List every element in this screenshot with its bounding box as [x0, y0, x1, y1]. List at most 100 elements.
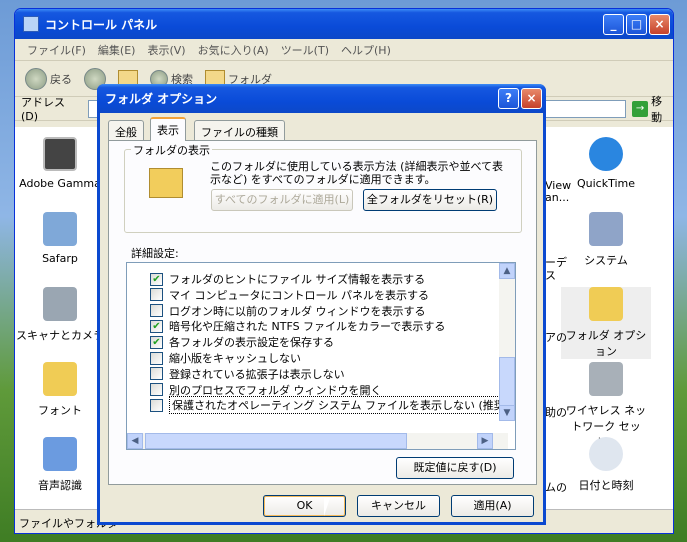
tab-view[interactable]: 表示	[150, 117, 186, 141]
partial-label: 助の	[545, 406, 567, 419]
setting-checkbox[interactable]	[150, 367, 163, 381]
setting-label: 登録されている拡張子は表示しない	[169, 367, 345, 381]
dialog-titlebar[interactable]: フォルダ オプション	[97, 84, 546, 113]
partial-label: ス	[545, 269, 556, 282]
setting-row[interactable]: ログオン時に以前のフォルダ ウィンドウを表示する	[127, 303, 426, 319]
item-label: Adobe Gamma	[19, 177, 101, 190]
adobe-gamma-item[interactable]: Adobe Gamma	[15, 137, 105, 190]
reset-all-folders-button[interactable]: 全フォルダをリセット(R)	[363, 189, 497, 211]
restore-defaults-button[interactable]: 既定値に戻す(D)	[396, 457, 514, 479]
tab-general[interactable]: 全般	[108, 120, 144, 140]
fonts-item[interactable]: フォント	[15, 362, 105, 418]
item-label: 日付と時刻	[578, 479, 634, 492]
maximize-button[interactable]: □	[626, 14, 647, 35]
advanced-settings-list[interactable]: ✔ フォルダのヒントにファイル サイズ情報を表示する マイ コンピュータにコントロー…	[126, 262, 516, 450]
font-folder-icon	[43, 362, 77, 396]
horizontal-scroll-thumb[interactable]	[145, 433, 407, 449]
safarp-item[interactable]: Safarp	[15, 212, 105, 265]
setting-label: フォルダのヒントにファイル サイズ情報を表示する	[169, 273, 426, 286]
setting-label: 別のプロセスでフォルダ ウィンドウを開く	[169, 383, 382, 397]
menu-tools[interactable]: ツール(T)	[275, 42, 335, 58]
scroll-down-button[interactable]: ▼	[499, 405, 515, 421]
control-panel-icon	[23, 16, 39, 32]
scanner-camera-item[interactable]: スキャナとカメラ	[15, 287, 105, 343]
scroll-thumb[interactable]	[499, 357, 515, 407]
item-label: フォルダ オプション	[565, 329, 647, 358]
setting-checkbox[interactable]	[150, 383, 163, 397]
view-tab-page: フォルダの表示 このフォルダに使用している表示方法 (詳細表示や並べて表示など)…	[108, 140, 537, 485]
folder-view-icon	[149, 168, 183, 198]
setting-row[interactable]: 保護されたオペレーティング システム ファイルを表示しない (推奨)	[127, 396, 513, 415]
quicktime-item[interactable]: QuickTime	[561, 137, 651, 190]
wireless-icon	[589, 362, 623, 396]
scanner-camera-icon	[43, 287, 77, 321]
scroll-right-button[interactable]: ▶	[477, 433, 493, 449]
speech-item[interactable]: 音声認識	[15, 437, 105, 493]
menu-bar: ファイル(F) 編集(E) 表示(V) お気に入り(A) ツール(T) ヘルプ(…	[15, 39, 673, 61]
scroll-left-button[interactable]: ◀	[127, 433, 143, 449]
menu-file[interactable]: ファイル(F)	[21, 42, 92, 58]
dialog-close-button[interactable]: ×	[521, 88, 542, 109]
setting-checkbox[interactable]: ✔	[150, 335, 163, 349]
date-time-item[interactable]: 日付と時刻	[561, 437, 651, 493]
help-button[interactable]: ?	[498, 88, 519, 109]
item-label: スキャナとカメラ	[16, 329, 104, 342]
partial-label: ムの	[545, 481, 567, 494]
folder-options-item[interactable]: フォルダ オプション	[561, 287, 651, 359]
setting-label: ログオン時に以前のフォルダ ウィンドウを表示する	[169, 304, 426, 318]
back-button[interactable]: 戻る	[21, 67, 76, 90]
window-title: コントロール パネル	[45, 17, 158, 32]
tab-file-types[interactable]: ファイルの種類	[194, 120, 285, 140]
speech-icon	[43, 437, 77, 471]
close-button[interactable]: ×	[649, 14, 670, 35]
menu-help[interactable]: ヘルプ(H)	[335, 42, 397, 58]
setting-row[interactable]: ✔ 暗号化や圧縮された NTFS ファイルをカラーで表示する	[127, 318, 445, 334]
partial-label: アの	[545, 331, 567, 344]
menu-favorites[interactable]: お気に入り(A)	[192, 42, 275, 58]
apply-to-all-folders-button[interactable]: すべてのフォルダに適用(L)	[211, 189, 353, 211]
menu-edit[interactable]: 編集(E)	[92, 42, 142, 58]
minimize-button[interactable]: _	[603, 14, 624, 35]
safarp-icon	[43, 212, 77, 246]
menu-view[interactable]: 表示(V)	[141, 42, 191, 58]
setting-row[interactable]: ✔ 各フォルダの表示設定を保存する	[127, 334, 334, 350]
setting-row[interactable]: 登録されている拡張子は表示しない	[127, 366, 345, 382]
go-arrow-icon: →	[632, 100, 649, 117]
system-item[interactable]: システム	[561, 212, 651, 268]
setting-label: 保護されたオペレーティング システム ファイルを表示しない (推奨)	[169, 396, 513, 415]
dialog-title: フォルダ オプション	[105, 92, 218, 106]
mouse-cursor-icon	[324, 498, 336, 516]
item-label: フォント	[38, 404, 82, 417]
setting-row[interactable]: ✔ フォルダのヒントにファイル サイズ情報を表示する	[127, 271, 425, 287]
partial-label: an...	[545, 191, 570, 204]
advanced-settings-label: 詳細設定:	[131, 247, 179, 260]
folder-options-dialog: フォルダ オプション ? × 全般 表示 ファイルの種類 フォルダの表示 このフ…	[97, 84, 546, 525]
folder-view-group: フォルダの表示 このフォルダに使用している表示方法 (詳細表示や並べて表示など)…	[124, 142, 522, 233]
group-description: このフォルダに使用している表示方法 (詳細表示や並べて表示など) をすべてのフォ…	[210, 160, 504, 186]
setting-row[interactable]: マイ コンピュータにコントロール パネルを表示する	[127, 287, 429, 303]
scroll-up-button[interactable]: ▲	[499, 263, 515, 279]
apply-button[interactable]: 適用(A)	[451, 495, 534, 517]
setting-row[interactable]: 縮小版をキャッシュしない	[127, 350, 301, 366]
horizontal-scrollbar[interactable]: ◀ ▶	[127, 433, 508, 449]
vertical-scrollbar[interactable]: ▲ ▼	[499, 263, 515, 421]
setting-checkbox[interactable]: ✔	[150, 272, 163, 286]
cancel-button[interactable]: キャンセル	[357, 495, 440, 517]
go-button[interactable]: → 移動	[632, 93, 673, 125]
quicktime-icon	[589, 137, 623, 171]
item-label: Safarp	[42, 252, 78, 265]
setting-row[interactable]: 別のプロセスでフォルダ ウィンドウを開く	[127, 382, 382, 398]
setting-checkbox[interactable]	[150, 351, 163, 365]
setting-label: 各フォルダの表示設定を保存する	[169, 336, 334, 350]
setting-label: マイ コンピュータにコントロール パネルを表示する	[169, 288, 429, 302]
control-panel-titlebar[interactable]: コントロール パネル	[15, 9, 673, 39]
folder-options-icon	[589, 287, 623, 321]
item-label: QuickTime	[576, 177, 636, 190]
setting-checkbox[interactable]	[150, 288, 163, 302]
setting-checkbox[interactable]	[150, 304, 163, 318]
setting-checkbox[interactable]: ✔	[150, 319, 163, 333]
back-label: 戻る	[50, 72, 72, 86]
back-arrow-icon	[25, 67, 47, 90]
setting-label: 暗号化や圧縮された NTFS ファイルをカラーで表示する	[169, 320, 446, 334]
setting-checkbox[interactable]	[150, 398, 163, 412]
